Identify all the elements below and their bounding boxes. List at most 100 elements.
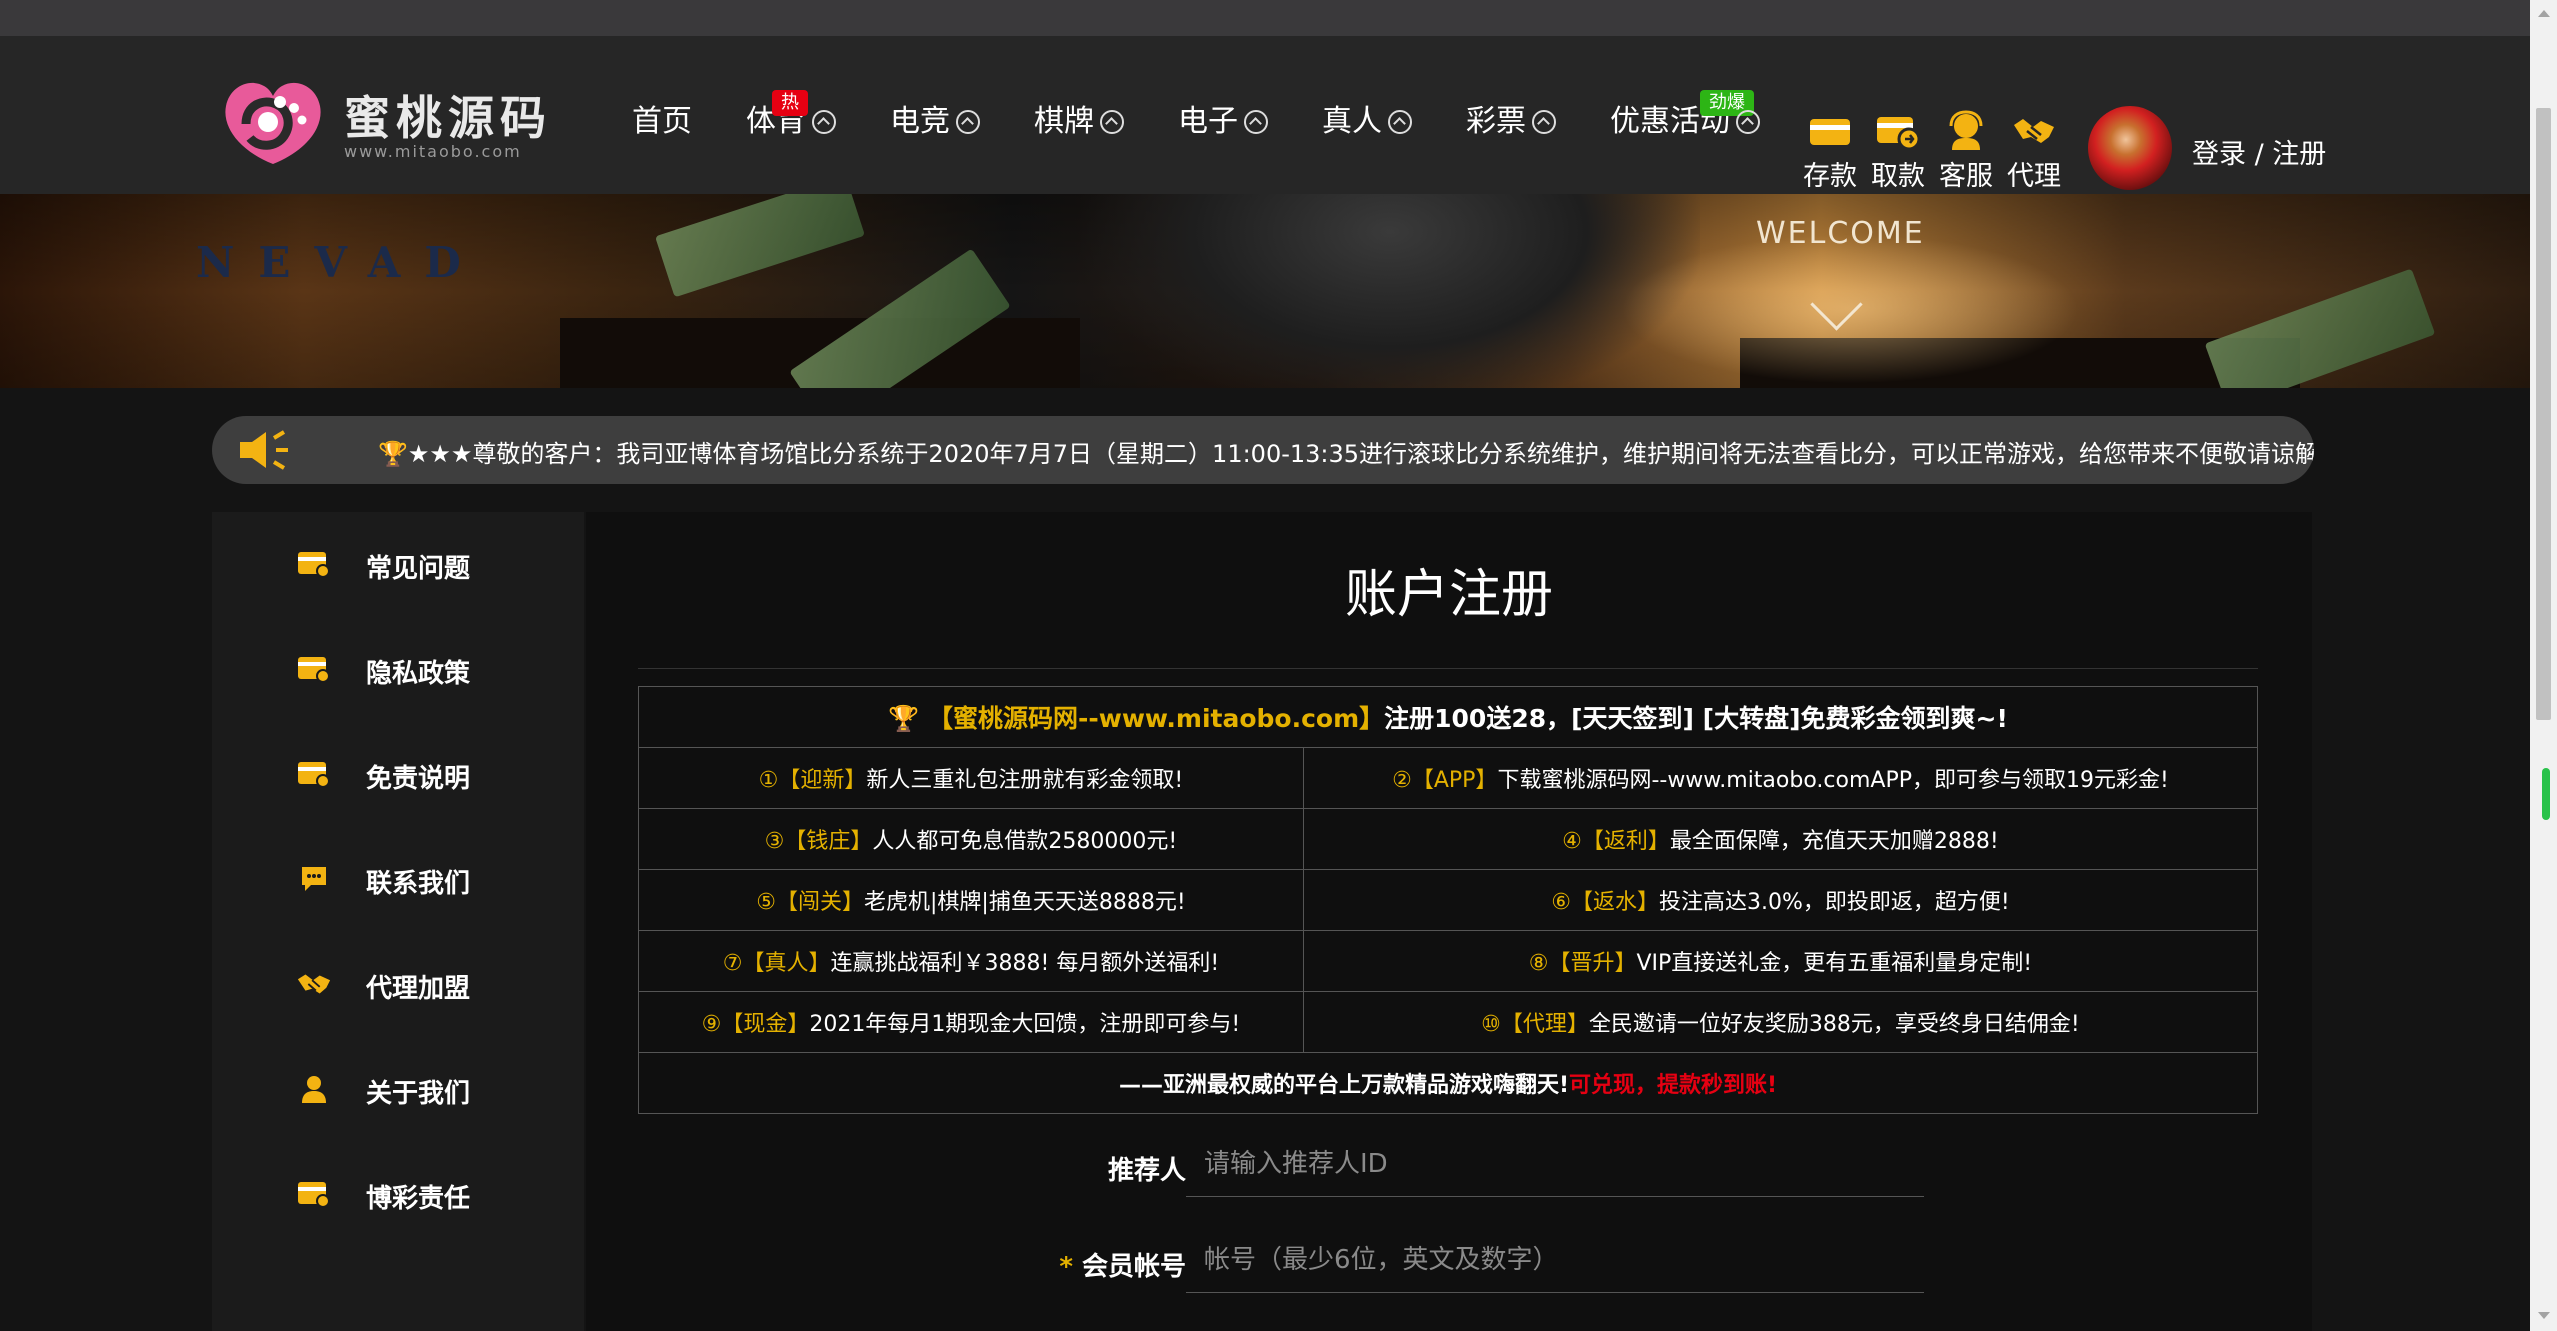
promo-tag: 【钱庄】	[784, 829, 873, 854]
browser-top-strip	[0, 0, 2530, 36]
customer-service-button[interactable]: 客服	[1932, 108, 2000, 193]
withdraw-icon	[1877, 117, 1921, 151]
table-row: 🏆 【蜜桃源码网--www.mitaobo.com】注册100送28，[天天签到…	[638, 686, 2258, 748]
promo-num: ⑧	[1528, 951, 1549, 976]
avatar[interactable]	[2088, 106, 2172, 190]
sidebar-item-disclaimer[interactable]: 免责说明	[212, 744, 584, 804]
promo-tag: 【返水】	[1570, 890, 1659, 915]
promo-num: ⑦	[722, 951, 743, 976]
nav-item-label: 电竞	[890, 104, 950, 139]
page-title: 账户注册	[1344, 565, 1553, 625]
referrer-input[interactable]	[1186, 1132, 1924, 1197]
promo-text: 2021年每月1期现金大回馈，注册即可参与!	[809, 1012, 1241, 1037]
nav-item-esports[interactable]: 电竞	[890, 96, 980, 148]
referrer-label: 推荐人	[1107, 1156, 1186, 1186]
promo-cell: ⑦【真人】连赢挑战福利￥3888! 每月额外送福利!	[638, 930, 1304, 992]
quick-links: 存款 取款 客服 代理	[1796, 108, 2068, 193]
banner-welcome-text: WELCOME	[1756, 216, 1925, 251]
promo-num: ⑤	[756, 890, 776, 915]
sidebar-item-label: 博彩责任	[366, 1184, 471, 1214]
promo-cell: ⑧【晋升】VIP直接送礼金，更有五重福利量身定制!	[1302, 930, 2259, 992]
promo-num: ②	[1392, 768, 1412, 793]
promo-num: ③	[764, 829, 785, 854]
nav-item-label: 棋牌	[1034, 104, 1094, 139]
promo-text: 最全面保障，充值天天加赠2888!	[1669, 829, 1999, 854]
title-divider	[638, 668, 2258, 669]
promo-num: ⑥	[1551, 890, 1571, 915]
side-float-indicator	[2542, 768, 2550, 820]
nav-item-promotions[interactable]: 劲爆 优惠活动	[1610, 90, 1760, 148]
promo-table: 🏆 【蜜桃源码网--www.mitaobo.com】注册100送28，[天天签到…	[638, 686, 2259, 1114]
table-row: ⑨【现金】2021年每月1期现金大回馈，注册即可参与! ⑩【代理】全民邀请一位好…	[638, 991, 2259, 1053]
nav-item-sports[interactable]: 热体育	[746, 90, 836, 148]
nav-item-live[interactable]: 真人	[1322, 96, 1412, 148]
required-mark: *	[1059, 1252, 1073, 1282]
sidebar-item-faq[interactable]: 常见问题	[212, 534, 584, 594]
promo-text: 全民邀请一位好友奖励388元，享受终身日结佣金!	[1588, 1012, 2080, 1037]
promo-header-cell: 🏆 【蜜桃源码网--www.mitaobo.com】注册100送28，[天天签到…	[638, 686, 2258, 748]
sidebar-item-contact[interactable]: 联系我们	[212, 849, 584, 909]
promo-tag: 【现金】	[721, 1012, 810, 1037]
promo-cell: ⑨【现金】2021年每月1期现金大回馈，注册即可参与!	[638, 991, 1304, 1053]
nav-item-slots[interactable]: 电子	[1178, 96, 1268, 148]
handshake-icon	[2014, 119, 2054, 143]
wallet-icon	[1810, 119, 1850, 145]
account-input[interactable]	[1186, 1228, 1924, 1293]
register-panel: 账户注册 🏆 【蜜桃源码网--www.mitaobo.com】注册100送28，…	[586, 512, 2312, 1331]
nav-item-label: 首页	[632, 104, 692, 139]
sidebar-item-label: 免责说明	[366, 764, 471, 794]
nav-item-label: 电子	[1178, 104, 1238, 139]
login-register-link[interactable]: 登录 / 注册	[2192, 132, 2326, 171]
promo-text: 连赢挑战福利￥3888! 每月额外送福利!	[830, 951, 1220, 976]
nav-item-label: 真人	[1322, 104, 1382, 139]
sidebar-item-label: 联系我们	[366, 869, 471, 899]
promo-tag: 【代理】	[1500, 1012, 1589, 1037]
hero-banner: NEVAD WELCOME	[0, 194, 2530, 388]
promo-num: ④	[1562, 829, 1582, 854]
card-icon	[298, 762, 330, 788]
sidebar-item-label: 隐私政策	[366, 659, 471, 689]
promo-header-site: 【蜜桃源码网--www.mitaobo.com】	[927, 704, 1385, 733]
nav-item-lottery[interactable]: 彩票	[1466, 96, 1556, 148]
promo-cell: ③【钱庄】人人都可免息借款2580000元!	[638, 808, 1304, 870]
chat-icon	[302, 867, 326, 891]
deposit-button[interactable]: 存款	[1796, 108, 1864, 193]
quick-link-label: 客服	[1939, 161, 1993, 192]
sidebar-item-responsible-gaming[interactable]: 博彩责任	[212, 1164, 584, 1224]
site-header: 蜜桃源码 www.mitaobo.com 首页 热体育 电竞 棋牌 电子 真人 …	[0, 36, 2530, 195]
promo-text: 老虎机|棋牌|捕鱼天天送8888元!	[864, 890, 1186, 915]
sidebar-item-affiliate[interactable]: 代理加盟	[212, 954, 584, 1014]
hot-badge: 热	[772, 90, 808, 116]
site-logo[interactable]: 蜜桃源码 www.mitaobo.com	[218, 72, 558, 172]
quick-link-label: 代理	[2007, 161, 2061, 192]
table-row: ①【迎新】新人三重礼包注册就有彩金领取! ②【APP】下载蜜桃源码网--www.…	[638, 747, 2259, 809]
main-nav: 首页 热体育 电竞 棋牌 电子 真人 彩票 劲爆 优惠活动	[632, 90, 1814, 148]
chevron-up-icon	[1388, 110, 1412, 134]
card-icon	[298, 1182, 330, 1208]
account-row: * 会员帐号	[586, 1228, 2312, 1298]
withdraw-button[interactable]: 取款	[1864, 108, 1932, 193]
scroll-up-arrow-icon[interactable]	[2538, 10, 2550, 17]
card-icon	[298, 657, 330, 683]
page-scrollbar[interactable]	[2530, 0, 2557, 1331]
nav-item-cards[interactable]: 棋牌	[1034, 96, 1124, 148]
agent-button[interactable]: 代理	[2000, 108, 2068, 193]
nav-item-home[interactable]: 首页	[632, 96, 692, 148]
promo-num: ⑨	[701, 1012, 722, 1037]
sidebar-item-privacy[interactable]: 隐私政策	[212, 639, 584, 699]
announcement-text: ★★★尊敬的客户：我司亚博体育场馆比分系统于2020年7月7日（星期二）11:0…	[407, 440, 2314, 468]
announcement-bar[interactable]: 🏆★★★尊敬的客户：我司亚博体育场馆比分系统于2020年7月7日（星期二）11:…	[212, 416, 2314, 484]
banner-nevada-text: NEVAD	[196, 238, 485, 287]
promo-cell: ①【迎新】新人三重礼包注册就有彩金领取!	[638, 747, 1304, 809]
promo-tag: 【APP】	[1411, 768, 1498, 793]
promo-num: ⑩	[1481, 1012, 1501, 1037]
promo-footer-text: ——亚洲最权威的平台上万款精品游戏嗨翻天!	[1118, 1073, 1569, 1098]
sidebar-item-label: 关于我们	[366, 1079, 471, 1109]
sidebar-item-about[interactable]: 关于我们	[212, 1059, 584, 1119]
scroll-down-arrow-icon[interactable]	[2538, 1312, 2550, 1319]
chevron-up-icon	[812, 110, 836, 134]
account-label: * 会员帐号	[1059, 1246, 1186, 1283]
brand-url: www.mitaobo.com	[344, 142, 522, 161]
speaker-icon	[240, 430, 288, 470]
scrollbar-thumb[interactable]	[2536, 108, 2551, 720]
